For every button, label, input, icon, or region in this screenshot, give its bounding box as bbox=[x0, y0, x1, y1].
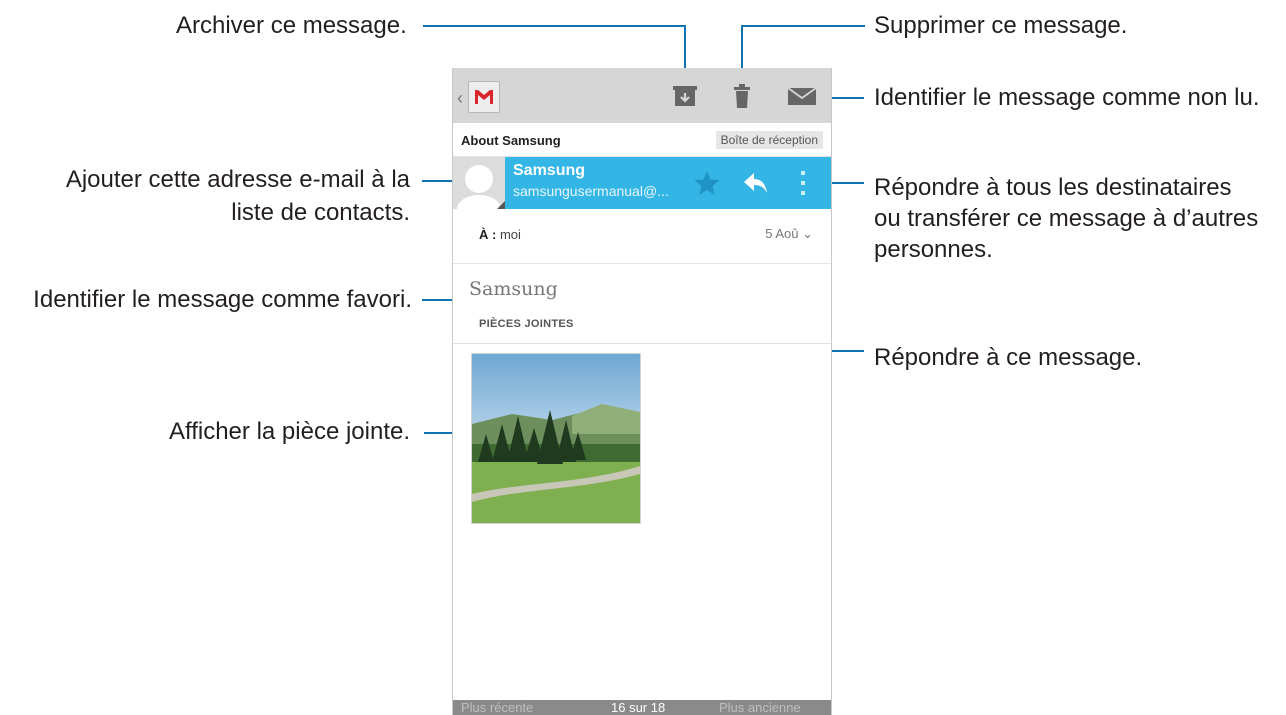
callout-star: Identifier le message comme favori. bbox=[33, 286, 412, 313]
attachments-header: PIÈCES JOINTES bbox=[479, 318, 574, 330]
callout-reply: Répondre à ce message. bbox=[874, 344, 1143, 371]
to-value: moi bbox=[499, 227, 521, 242]
archive-icon[interactable] bbox=[670, 82, 700, 110]
overflow-menu-icon[interactable] bbox=[798, 167, 808, 199]
sender-header[interactable]: Samsung samsungusermanual@... bbox=[505, 157, 831, 209]
action-bar: ‹ bbox=[453, 68, 831, 123]
callout-delete: Supprimer ce message. bbox=[874, 12, 1128, 39]
newer-button[interactable]: Plus récente bbox=[461, 700, 533, 715]
sender-email: samsungusermanual@... bbox=[513, 183, 669, 199]
message-body: Samsung bbox=[469, 278, 558, 300]
callout-reply-all-line3: personnes. bbox=[874, 236, 993, 263]
message-subject: About Samsung bbox=[461, 133, 561, 148]
message-position: 16 sur 18 bbox=[611, 700, 666, 715]
date-text: 5 Aoû bbox=[765, 226, 799, 241]
callout-mark-unread: Identifier le message comme non lu. bbox=[874, 84, 1260, 111]
divider bbox=[453, 343, 831, 344]
callout-attachment: Afficher la pièce jointe. bbox=[168, 418, 410, 445]
sender-name: Samsung bbox=[513, 162, 586, 179]
to-field: À : moi bbox=[479, 227, 521, 242]
landscape-photo bbox=[472, 354, 640, 523]
callout-reply-all-line1: Répondre à tous les destinataires bbox=[874, 174, 1232, 201]
callout-line bbox=[422, 180, 452, 182]
gmail-message-view: ‹ About Samsung Boîte de réception Samsu… bbox=[452, 68, 832, 715]
subject-bar: About Samsung Boîte de réception bbox=[453, 123, 831, 157]
trash-icon[interactable] bbox=[727, 82, 757, 110]
reply-icon[interactable] bbox=[742, 169, 770, 197]
callout-line bbox=[741, 25, 865, 27]
callout-line bbox=[423, 25, 685, 27]
to-label: À : bbox=[479, 227, 497, 242]
message-pager: Plus récente 16 sur 18 Plus ancienne bbox=[453, 700, 831, 715]
recipients-row[interactable]: À : moi 5 Aoû ⌄ bbox=[453, 209, 831, 264]
callout-reply-all-line2: ou transférer ce message à d’autres bbox=[874, 205, 1259, 232]
callout-add-contact-line2: liste de contacts. bbox=[231, 199, 410, 226]
avatar[interactable] bbox=[453, 157, 505, 209]
star-icon[interactable] bbox=[693, 169, 721, 197]
chevron-left-icon[interactable]: ‹ bbox=[457, 88, 463, 109]
older-button[interactable]: Plus ancienne bbox=[719, 700, 801, 715]
mark-unread-icon[interactable] bbox=[786, 82, 818, 110]
callout-archive: Archiver ce message. bbox=[176, 12, 407, 39]
message-date: 5 Aoû ⌄ bbox=[765, 226, 813, 242]
gmail-logo-icon[interactable] bbox=[468, 81, 500, 113]
callout-add-contact-line1: Ajouter cette adresse e-mail à la bbox=[65, 166, 410, 193]
folder-label[interactable]: Boîte de réception bbox=[715, 131, 823, 149]
chevron-down-icon[interactable]: ⌄ bbox=[802, 226, 813, 241]
attachment-thumbnail[interactable] bbox=[471, 353, 641, 524]
